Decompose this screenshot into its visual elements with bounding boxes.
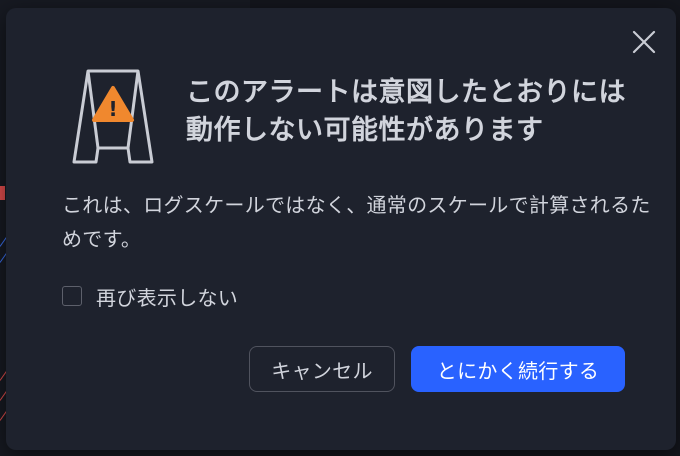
cancel-button[interactable]: キャンセル	[249, 346, 395, 392]
warning-sign-icon: !	[68, 68, 158, 164]
warning-exclamation: !	[108, 97, 117, 121]
checkbox-label: 再び表示しない	[96, 285, 239, 310]
alert-dialog: ! このアラートは意図したとおりには動作しない可能性があります これは、ログスケ…	[6, 8, 676, 450]
background-price-marker	[0, 186, 5, 200]
close-icon	[632, 30, 656, 54]
dont-show-again-checkbox[interactable]: 再び表示しない	[62, 282, 238, 310]
close-button[interactable]	[630, 28, 658, 56]
continue-anyway-button[interactable]: とにかく続行する	[411, 346, 625, 392]
dialog-message: これは、ログスケールではなく、通常のスケールで計算されるためです。	[62, 193, 651, 251]
checkbox-box[interactable]	[62, 286, 82, 306]
dialog-title: このアラートは意図したとおりには動作しない可能性があります	[186, 77, 626, 146]
